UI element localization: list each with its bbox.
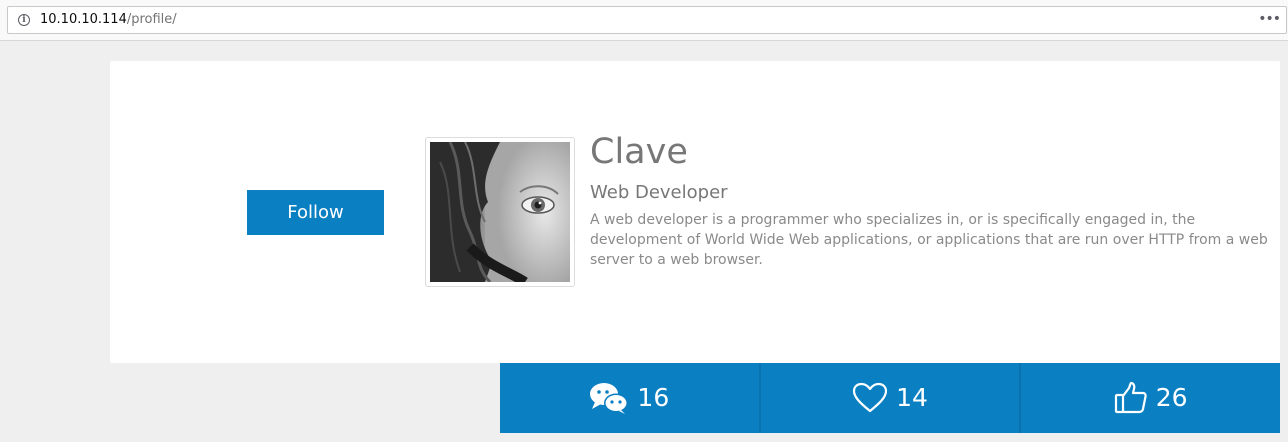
- stat-comments[interactable]: 16: [500, 363, 759, 433]
- profile-card: Follow Clave Web Developer A web develop…: [110, 61, 1280, 363]
- likes-count: 14: [896, 383, 928, 412]
- profile-name: Clave: [590, 132, 688, 172]
- url-path: /profile/: [126, 12, 177, 27]
- stat-thumbs-up[interactable]: 26: [1019, 363, 1281, 433]
- heart-icon: [852, 382, 888, 413]
- page-actions-icon[interactable]: •••: [1258, 11, 1281, 27]
- follow-button[interactable]: Follow: [247, 190, 384, 235]
- stat-likes[interactable]: 14: [758, 363, 1020, 433]
- browser-toolbar: i 10.10.10.114/profile/ •••: [0, 0, 1288, 41]
- url-host: 10.10.10.114: [40, 12, 127, 27]
- profile-role: Web Developer: [590, 182, 728, 203]
- comments-count: 16: [637, 383, 670, 412]
- profile-bio: A web developer is a programmer who spec…: [590, 212, 1268, 268]
- info-icon[interactable]: i: [18, 14, 30, 26]
- thumbs-up-icon: [1114, 381, 1147, 414]
- chat-bubbles-icon: [590, 383, 629, 414]
- url-text[interactable]: 10.10.10.114/profile/: [40, 12, 177, 28]
- address-bar[interactable]: i 10.10.10.114/profile/ •••: [7, 6, 1287, 34]
- stats-bar: 16 14 26: [500, 363, 1281, 433]
- avatar-photo: [430, 142, 570, 282]
- thumbs-up-count: 26: [1155, 383, 1188, 412]
- avatar: [425, 137, 575, 287]
